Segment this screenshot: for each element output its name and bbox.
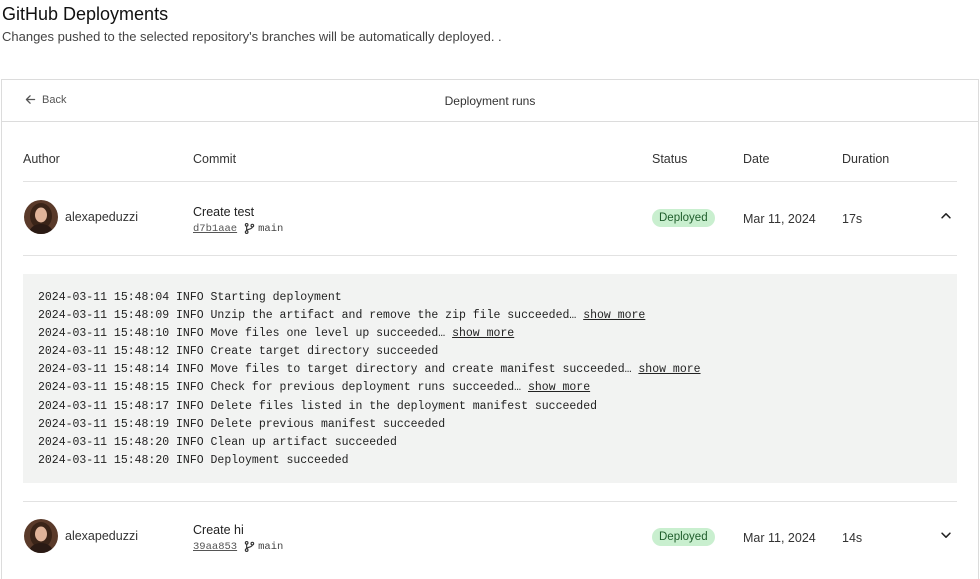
run-duration: 17s [842,212,863,226]
log-line: 2024-03-11 15:48:15 INFO Check for previ… [38,379,942,397]
branch: main [243,222,283,235]
commit-message: Create test [193,205,255,219]
log-line: 2024-03-11 15:48:19 INFO Delete previous… [38,416,942,434]
run-date: Mar 11, 2024 [743,212,816,226]
show-more-link[interactable]: show more [528,381,590,394]
commit-meta: d7b1aae main [193,222,283,235]
git-branch-icon [244,540,255,553]
table-row[interactable]: alexapeduzzi Create hi 39aa853 main Depl… [23,501,957,579]
log-line: 2024-03-11 15:48:04 INFO Starting deploy… [38,289,942,307]
panel-title: Deployment runs [444,94,536,108]
page-subtitle: Changes pushed to the selected repositor… [2,29,502,44]
show-more-link[interactable]: show more [583,309,645,322]
log-line: 2024-03-11 15:48:20 INFO Deployment succ… [38,452,942,470]
deployment-log: 2024-03-11 15:48:04 INFO Starting deploy… [23,274,957,483]
chevron-down-icon[interactable] [939,528,953,542]
status-badge: Deployed [652,528,715,546]
log-line: 2024-03-11 15:48:12 INFO Create target d… [38,343,942,361]
log-line: 2024-03-11 15:48:14 INFO Move files to t… [38,361,942,379]
commit-meta: 39aa853 main [193,540,283,553]
log-line-text: 2024-03-11 15:48:15 INFO Check for previ… [38,381,522,395]
log-line: 2024-03-11 15:48:09 INFO Unzip the artif… [38,307,942,325]
branch-name: main [258,540,284,553]
log-line-text: 2024-03-11 15:48:20 INFO Deployment succ… [38,453,349,467]
log-line-text: 2024-03-11 15:48:14 INFO Move files to t… [38,363,632,377]
log-line: 2024-03-11 15:48:17 INFO Delete files li… [38,398,942,416]
log-line-text: 2024-03-11 15:48:19 INFO Delete previous… [38,417,446,431]
git-branch-icon [244,222,255,235]
column-header-author: Author [23,152,60,166]
run-date: Mar 11, 2024 [743,531,816,545]
show-more-link[interactable]: show more [452,327,514,340]
log-line-text: 2024-03-11 15:48:09 INFO Unzip the artif… [38,309,577,323]
log-line: 2024-03-11 15:48:10 INFO Move files one … [38,325,942,343]
commit-message: Create hi [193,523,244,537]
commit-sha-link[interactable]: d7b1aae [193,223,237,235]
avatar [24,519,58,553]
run-duration: 14s [842,531,863,545]
log-line-text: 2024-03-11 15:48:04 INFO Starting deploy… [38,291,342,304]
page-title: GitHub Deployments [2,4,169,24]
deployment-runs-panel: Back Deployment runs Author Commit Statu… [1,79,979,579]
branch: main [243,540,283,553]
table-row[interactable]: alexapeduzzi Create test d7b1aae main De… [23,182,957,256]
column-header-status: Status [652,152,688,166]
chevron-up-icon[interactable] [939,209,953,223]
log-line-text: 2024-03-11 15:48:17 INFO Delete files li… [38,399,597,413]
log-line-text: 2024-03-11 15:48:12 INFO Create target d… [38,345,439,359]
status-badge: Deployed [652,209,715,227]
table-header: Author Commit Status Date Duration [23,140,957,182]
branch-name: main [258,222,284,235]
panel-header: Back Deployment runs [2,80,978,122]
avatar [24,200,58,234]
column-header-date: Date [743,152,770,166]
author-name: alexapeduzzi [65,529,138,543]
commit-sha-link[interactable]: 39aa853 [193,541,237,553]
author-name: alexapeduzzi [65,210,138,224]
log-line: 2024-03-11 15:48:20 INFO Clean up artifa… [38,434,942,452]
log-line-text: 2024-03-11 15:48:10 INFO Move files one … [38,327,446,341]
show-more-link[interactable]: show more [638,363,700,376]
column-header-duration: Duration [842,152,890,166]
log-line-text: 2024-03-11 15:48:20 INFO Clean up artifa… [38,435,397,449]
column-header-commit: Commit [193,152,237,166]
